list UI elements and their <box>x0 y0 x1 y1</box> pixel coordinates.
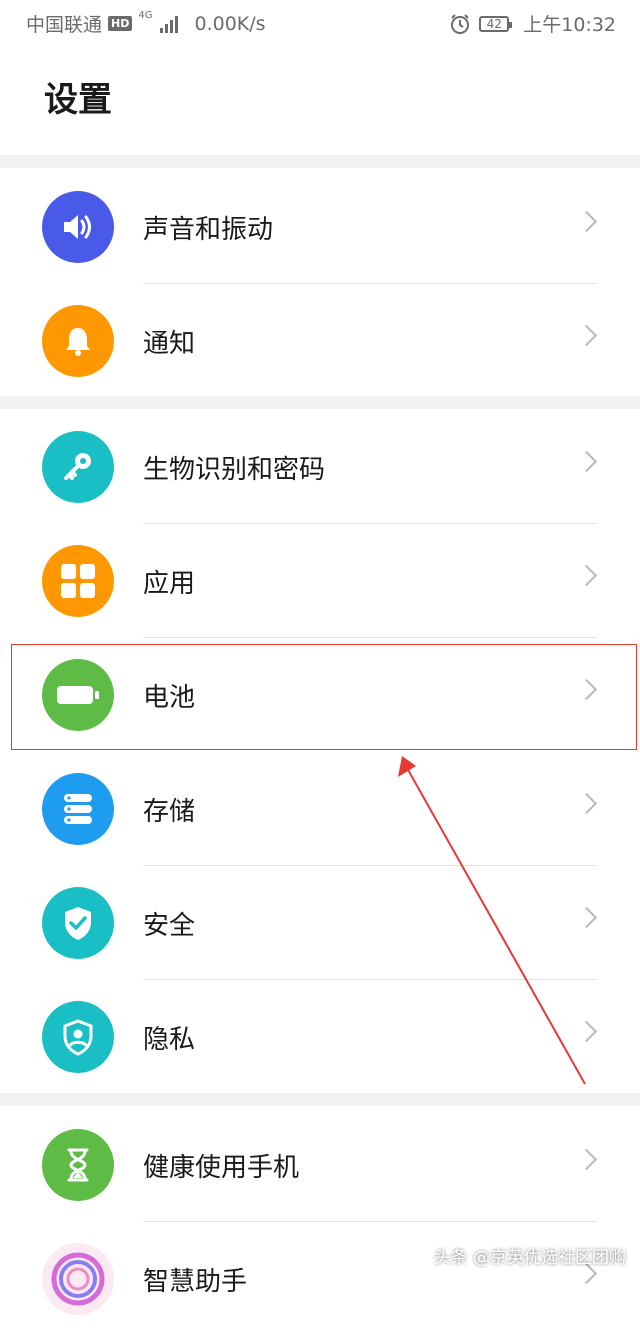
annotation-arrow <box>398 756 586 1085</box>
watermark: 头条 @京英优选社区团购 <box>433 1248 626 1268</box>
